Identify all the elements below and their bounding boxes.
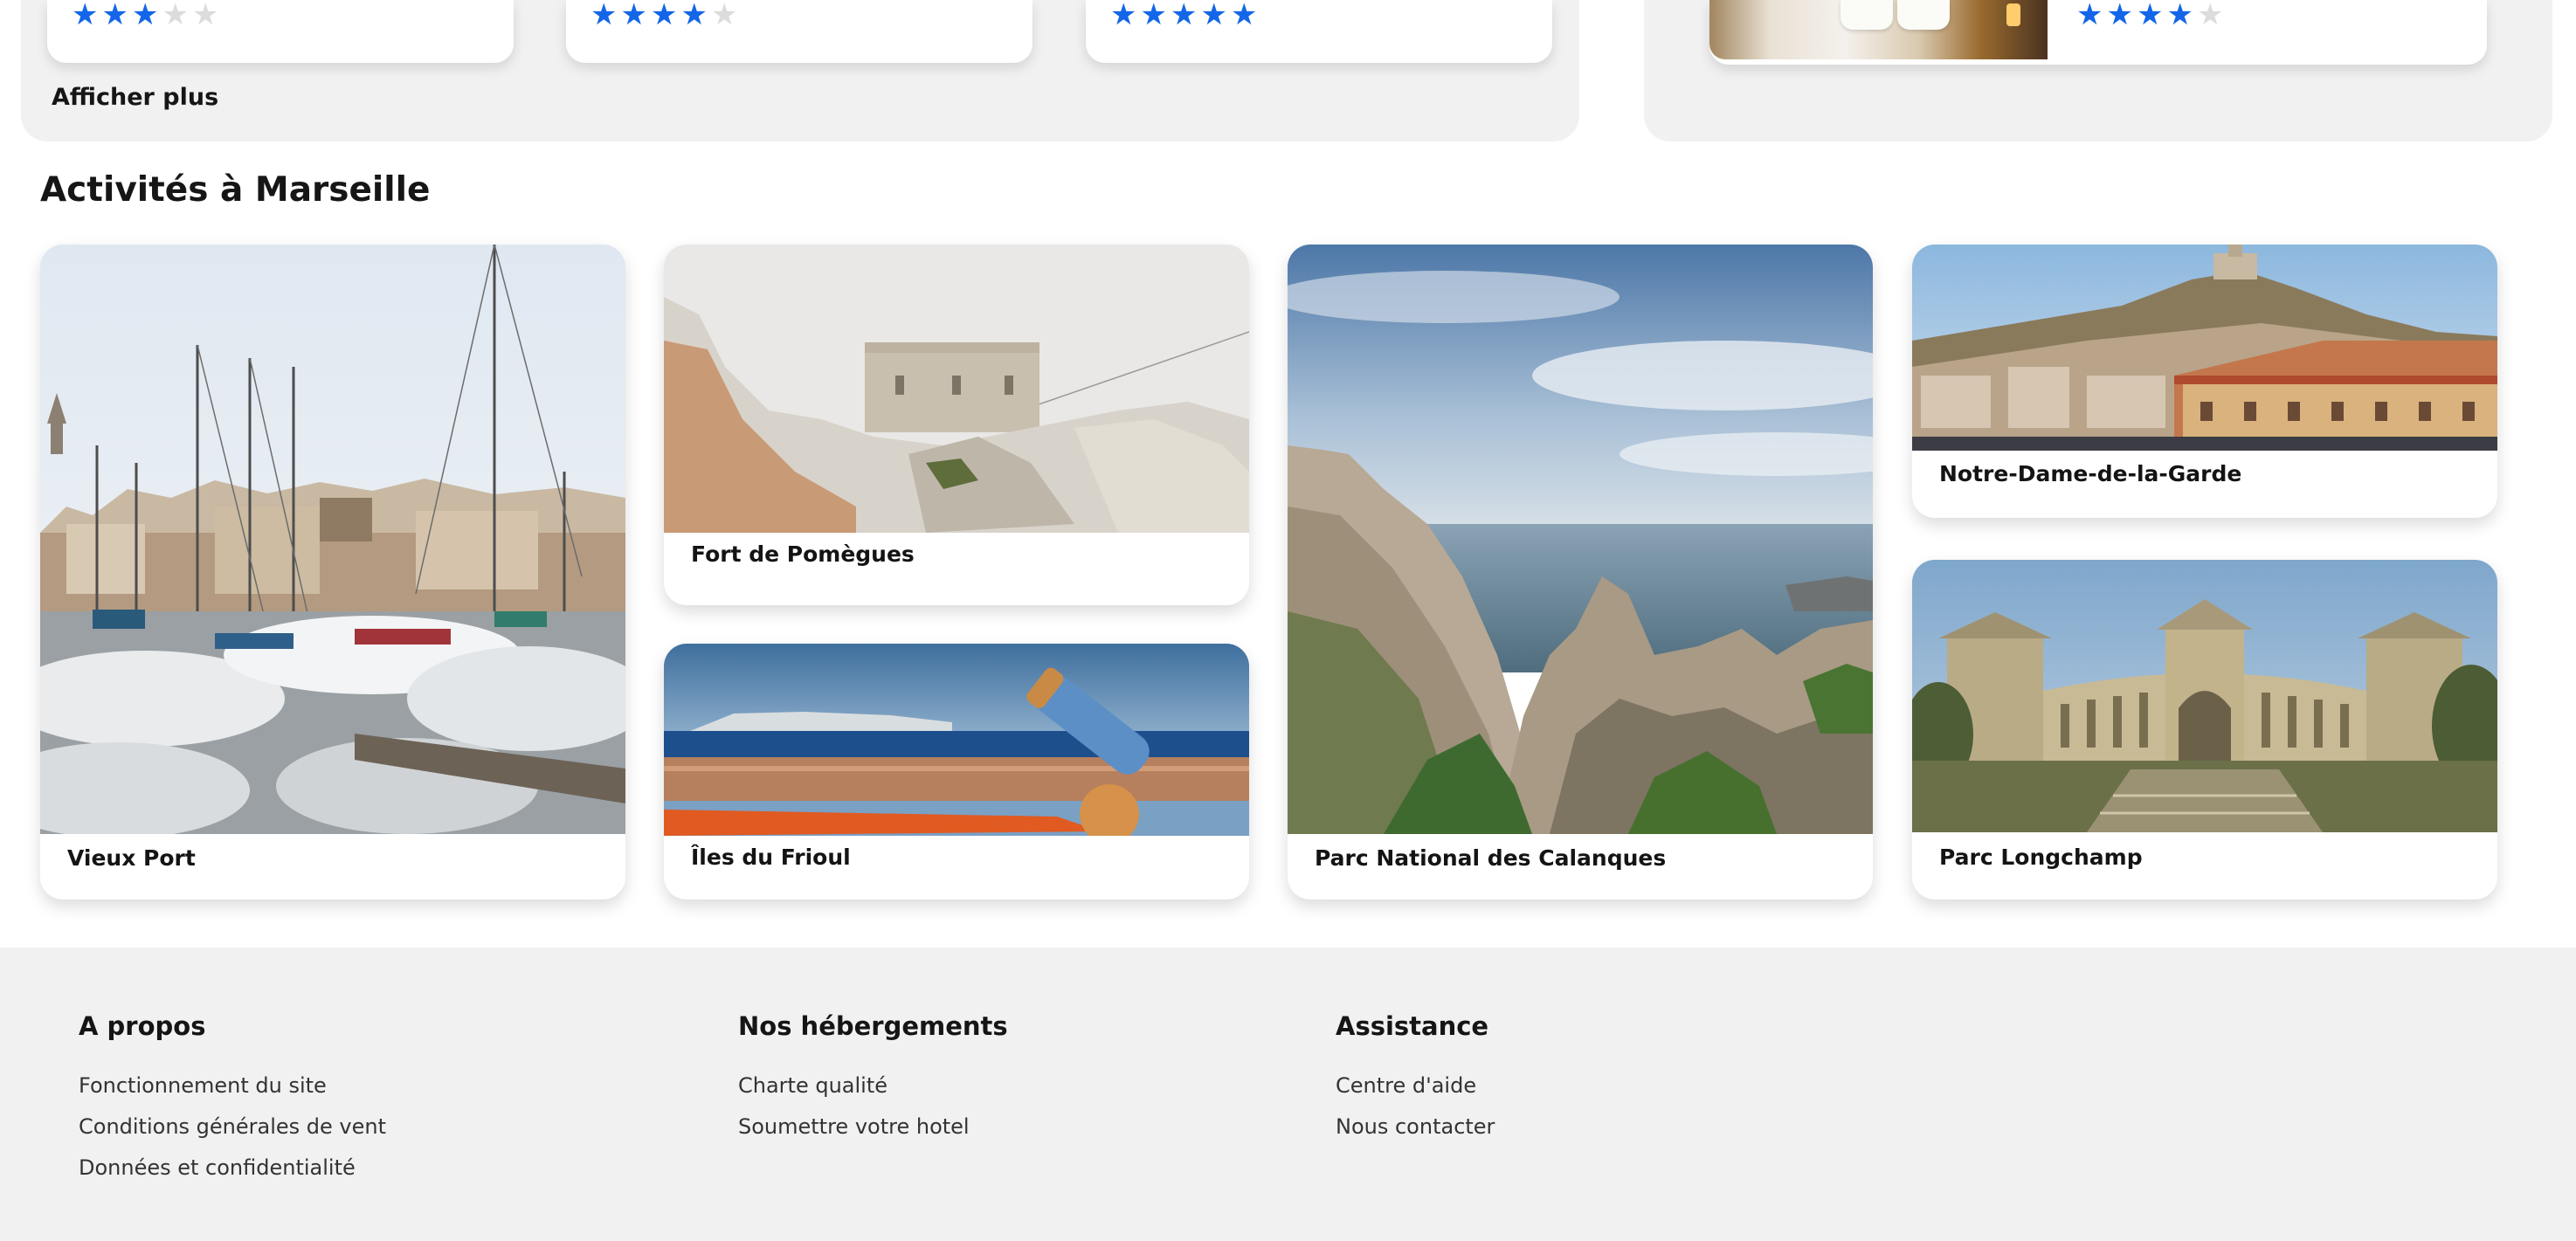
star-icon: ★ (101, 0, 128, 32)
vieux-port-photo (40, 245, 625, 834)
star-icon: ★ (2136, 0, 2164, 32)
hotel-rating-card[interactable]: ★ ★ ★ ★ ★ (1086, 0, 1552, 63)
footer-link[interactable]: Données et confidentialité (79, 1155, 356, 1180)
activity-name: Îles du Frioul (691, 845, 851, 870)
star-rating: ★ ★ ★ ★ ★ (1110, 0, 1257, 30)
iles-du-frioul-photo (664, 644, 1249, 836)
site-footer: A propos Fonctionnement du site Conditio… (0, 948, 2576, 1241)
pillow-shape (1840, 0, 1893, 30)
fort-de-pomegues-photo (664, 245, 1249, 533)
footer-link[interactable]: Soumettre votre hotel (738, 1114, 970, 1139)
activity-name: Notre-Dame-de-la-Garde (1939, 461, 2242, 486)
star-icon: ★ (191, 0, 219, 32)
star-icon: ★ (590, 0, 618, 32)
parc-longchamp-photo (1912, 560, 2497, 832)
activity-card-parc-national-des-calanques[interactable]: Parc National des Calanques (1288, 245, 1873, 900)
star-icon: ★ (131, 0, 159, 32)
star-icon: ★ (2076, 0, 2103, 32)
activity-name: Parc Longchamp (1939, 845, 2143, 870)
hotel-rating-card[interactable]: ★ ★ ★ ★ ★ (47, 0, 514, 63)
show-more-link[interactable]: Afficher plus (52, 84, 218, 111)
star-rating: ★ ★ ★ ★ ★ (72, 0, 218, 30)
star-icon: ★ (680, 0, 708, 32)
activity-card-vieux-port[interactable]: Vieux Port (40, 245, 625, 900)
hotel-rating-card[interactable]: ★ ★ ★ ★ ★ (566, 0, 1032, 63)
activity-card-iles-du-frioul[interactable]: Îles du Frioul (664, 644, 1249, 900)
footer-link[interactable]: Conditions générales de vent (79, 1114, 386, 1139)
star-icon: ★ (620, 0, 647, 32)
activity-name: Parc National des Calanques (1315, 845, 1667, 871)
star-icon: ★ (1170, 0, 1198, 32)
pillow-shape (1897, 0, 1950, 30)
lamp-shape (2006, 3, 2020, 26)
featured-hotel-card[interactable]: ★ ★ ★ ★ ★ (1709, 0, 2487, 65)
featured-hotel-panel: ★ ★ ★ ★ ★ (1644, 0, 2552, 141)
footer-heading: A propos (79, 1011, 206, 1041)
star-rating: ★ ★ ★ ★ ★ (590, 0, 737, 30)
star-icon: ★ (1140, 0, 1167, 32)
star-icon: ★ (650, 0, 678, 32)
star-icon: ★ (1230, 0, 1258, 32)
notre-dame-de-la-garde-photo (1912, 245, 2497, 451)
star-icon: ★ (710, 0, 738, 32)
footer-link[interactable]: Charte qualité (738, 1073, 887, 1098)
star-rating: ★ ★ ★ ★ ★ (2076, 0, 2223, 30)
star-icon: ★ (1200, 0, 1227, 32)
star-icon: ★ (162, 0, 189, 32)
star-icon: ★ (2196, 0, 2224, 32)
hotels-panel: ★ ★ ★ ★ ★ ★ ★ ★ ★ ★ ★ ★ ★ ★ ★ Afficher plus (21, 0, 1579, 141)
footer-link[interactable]: Nous contacter (1336, 1114, 1495, 1139)
activity-card-fort-de-pomegues[interactable]: Fort de Pomègues (664, 245, 1249, 605)
footer-heading: Assistance (1336, 1011, 1489, 1041)
activity-card-parc-longchamp[interactable]: Parc Longchamp (1912, 560, 2497, 900)
footer-heading: Nos hébergements (738, 1011, 1008, 1041)
footer-link[interactable]: Fonctionnement du site (79, 1073, 327, 1098)
activity-card-notre-dame-de-la-garde[interactable]: Notre-Dame-de-la-Garde (1912, 245, 2497, 518)
section-title: Activités à Marseille (40, 170, 431, 210)
footer-link[interactable]: Centre d'aide (1336, 1073, 1476, 1098)
calanques-photo (1288, 245, 1873, 834)
star-icon: ★ (2106, 0, 2133, 32)
star-icon: ★ (1110, 0, 1137, 32)
star-icon: ★ (2166, 0, 2193, 32)
activity-name: Fort de Pomègues (691, 541, 915, 567)
activity-name: Vieux Port (67, 845, 196, 871)
star-icon: ★ (72, 0, 99, 32)
hotel-room-photo (1709, 0, 2048, 59)
